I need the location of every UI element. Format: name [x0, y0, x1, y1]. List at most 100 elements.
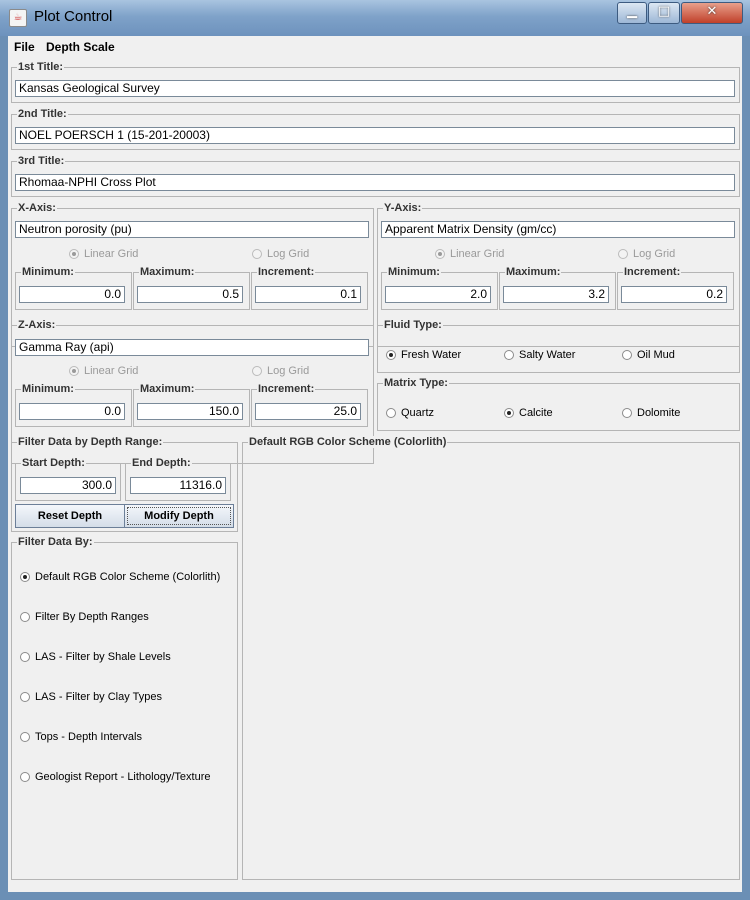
start-depth-input[interactable]: 300.0 [20, 477, 116, 494]
filter-shale-levels-radio[interactable]: LAS - Filter by Shale Levels [20, 651, 171, 663]
radio-label: Fresh Water [401, 349, 462, 361]
z-inc-input[interactable]: 25.0 [255, 403, 361, 420]
reset-depth-button[interactable]: Reset Depth [15, 504, 125, 528]
x-axis-log-grid-radio[interactable]: Log Grid [252, 248, 309, 260]
y-inc-group: Increment: 0.2 [617, 266, 734, 310]
matrix-dolomite-radio[interactable]: Dolomite [622, 407, 680, 419]
radio-icon [504, 350, 514, 360]
z-min-group: Minimum: 0.0 [15, 383, 132, 427]
title-3-input[interactable]: Rhomaa-NPHI Cross Plot [15, 174, 735, 191]
x-axis-label: X-Axis: [17, 202, 57, 214]
y-max-input[interactable]: 3.2 [503, 286, 609, 303]
radio-label: Log Grid [267, 365, 310, 377]
fluid-salty-water-radio[interactable]: Salty Water [504, 349, 575, 361]
filter-colorlith-radio[interactable]: Default RGB Color Scheme (Colorlith) [20, 571, 220, 583]
end-depth-label: End Depth: [131, 457, 192, 469]
start-depth-label: Start Depth: [21, 457, 86, 469]
menu-depth-scale[interactable]: Depth Scale [46, 40, 115, 54]
y-axis-log-grid-radio[interactable]: Log Grid [618, 248, 675, 260]
minimize-button[interactable]: ▁ [617, 2, 647, 24]
window-title: Plot Control [34, 8, 113, 25]
radio-icon [20, 652, 30, 662]
filter-geologist-report-radio[interactable]: Geologist Report - Lithology/Texture [20, 771, 210, 783]
x-min-label: Minimum: [21, 266, 75, 278]
close-icon: ✕ [706, 4, 718, 19]
minimize-icon: ▁ [627, 4, 637, 19]
radio-icon [386, 408, 396, 418]
radio-label: Filter By Depth Ranges [35, 611, 149, 623]
radio-icon [20, 612, 30, 622]
radio-label: Linear Grid [84, 365, 139, 377]
end-depth-input[interactable]: 11316.0 [130, 477, 226, 494]
radio-label: Default RGB Color Scheme (Colorlith) [35, 571, 221, 583]
y-axis-name-input[interactable]: Apparent Matrix Density (gm/cc) [381, 221, 735, 238]
depth-filter-group: Filter Data by Depth Range: Start Depth:… [11, 436, 238, 532]
radio-icon [504, 408, 514, 418]
z-axis-linear-grid-radio[interactable]: Linear Grid [69, 365, 138, 377]
menu-file[interactable]: File [14, 40, 35, 54]
x-max-input[interactable]: 0.5 [137, 286, 243, 303]
end-depth-group: End Depth: 11316.0 [125, 457, 231, 501]
x-max-label: Maximum: [139, 266, 196, 278]
fluid-fresh-water-radio[interactable]: Fresh Water [386, 349, 461, 361]
window-titlebar[interactable]: ☕ Plot Control ▁ □ ✕ [0, 0, 750, 36]
radio-icon [435, 249, 445, 259]
fluid-type-label: Fluid Type: [383, 319, 443, 331]
x-min-input[interactable]: 0.0 [19, 286, 125, 303]
radio-label: Linear Grid [84, 248, 139, 260]
z-max-input[interactable]: 150.0 [137, 403, 243, 420]
x-inc-group: Increment: 0.1 [251, 266, 368, 310]
matrix-quartz-radio[interactable]: Quartz [386, 407, 434, 419]
y-min-input[interactable]: 2.0 [385, 286, 491, 303]
x-max-group: Maximum: 0.5 [133, 266, 250, 310]
z-inc-group: Increment: 25.0 [251, 383, 368, 427]
maximize-button[interactable]: □ [648, 2, 680, 24]
fluid-oil-mud-radio[interactable]: Oil Mud [622, 349, 675, 361]
title-1-group: 1st Title: Kansas Geological Survey [11, 61, 740, 103]
title-1-label: 1st Title: [17, 61, 65, 73]
radio-label: Geologist Report - Lithology/Texture [35, 771, 211, 783]
radio-label: LAS - Filter by Clay Types [35, 691, 162, 703]
y-axis-label: Y-Axis: [383, 202, 423, 214]
radio-label: Quartz [401, 407, 435, 419]
z-axis-log-grid-radio[interactable]: Log Grid [252, 365, 309, 377]
radio-label: Salty Water [519, 349, 576, 361]
radio-label: Dolomite [637, 407, 681, 419]
depth-filter-label: Filter Data by Depth Range: [17, 436, 164, 448]
x-inc-input[interactable]: 0.1 [255, 286, 361, 303]
z-min-input[interactable]: 0.0 [19, 403, 125, 420]
radio-label: LAS - Filter by Shale Levels [35, 651, 171, 663]
matrix-calcite-radio[interactable]: Calcite [504, 407, 553, 419]
filter-tops-radio[interactable]: Tops - Depth Intervals [20, 731, 142, 743]
filter-by-label: Filter Data By: [17, 536, 94, 548]
x-axis-name-input[interactable]: Neutron porosity (pu) [15, 221, 369, 238]
title-2-group: 2nd Title: NOEL POERSCH 1 (15-201-20003) [11, 108, 740, 150]
color-scheme-label: Default RGB Color Scheme (Colorlith) [248, 436, 448, 448]
menubar: File Depth Scale [8, 36, 742, 58]
y-inc-input[interactable]: 0.2 [621, 286, 727, 303]
radio-icon [618, 249, 628, 259]
close-button[interactable]: ✕ [681, 2, 743, 24]
title-2-input[interactable]: NOEL POERSCH 1 (15-201-20003) [15, 127, 735, 144]
title-1-input[interactable]: Kansas Geological Survey [15, 80, 735, 97]
z-inc-label: Increment: [257, 383, 316, 395]
y-inc-label: Increment: [623, 266, 682, 278]
title-2-label: 2nd Title: [17, 108, 68, 120]
modify-depth-button[interactable]: Modify Depth [124, 504, 234, 528]
filter-depth-ranges-radio[interactable]: Filter By Depth Ranges [20, 611, 149, 623]
radio-icon [20, 732, 30, 742]
radio-icon [622, 408, 632, 418]
z-max-group: Maximum: 150.0 [133, 383, 250, 427]
filter-clay-types-radio[interactable]: LAS - Filter by Clay Types [20, 691, 162, 703]
radio-icon [20, 572, 30, 582]
x-min-group: Minimum: 0.0 [15, 266, 132, 310]
y-axis-linear-grid-radio[interactable]: Linear Grid [435, 248, 504, 260]
title-3-label: 3rd Title: [17, 155, 66, 167]
radio-label: Linear Grid [450, 248, 505, 260]
y-max-group: Maximum: 3.2 [499, 266, 616, 310]
z-max-label: Maximum: [139, 383, 196, 395]
x-axis-linear-grid-radio[interactable]: Linear Grid [69, 248, 138, 260]
z-axis-name-input[interactable]: Gamma Ray (api) [15, 339, 369, 356]
z-min-label: Minimum: [21, 383, 75, 395]
radio-icon [20, 692, 30, 702]
